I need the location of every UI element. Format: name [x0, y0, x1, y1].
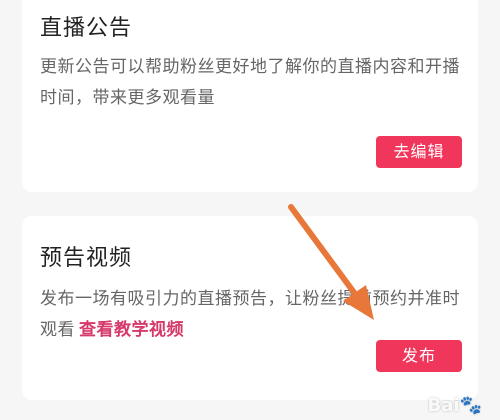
announcement-title: 直播公告 — [40, 16, 133, 41]
baidu-paw-icon: Bai🐾 — [427, 395, 482, 416]
edit-announcement-button[interactable]: 去编辑 — [376, 136, 462, 168]
preview-video-card: 预告视频 发布一场有吸引力的直播预告，让粉丝提前预约并准时观看 查看教学视频 发布 — [22, 216, 478, 400]
announcement-description: 更新公告可以帮助粉丝更好地了解你的直播内容和开播时间，带来更多观看量 — [40, 57, 460, 108]
live-settings-page: 直播公告 更新公告可以帮助粉丝更好地了解你的直播内容和开播时间，带来更多观看量 … — [0, 0, 500, 420]
publish-button[interactable]: 发布 — [376, 340, 462, 372]
view-tutorial-link[interactable]: 查看教学视频 — [79, 320, 184, 340]
announcement-card: 直播公告 更新公告可以帮助粉丝更好地了解你的直播内容和开播时间，带来更多观看量 … — [22, 0, 478, 192]
preview-video-description-block: 发布一场有吸引力的直播预告，让粉丝提前预约并准时观看 查看教学视频 — [40, 284, 460, 346]
preview-video-title: 预告视频 — [40, 246, 133, 271]
